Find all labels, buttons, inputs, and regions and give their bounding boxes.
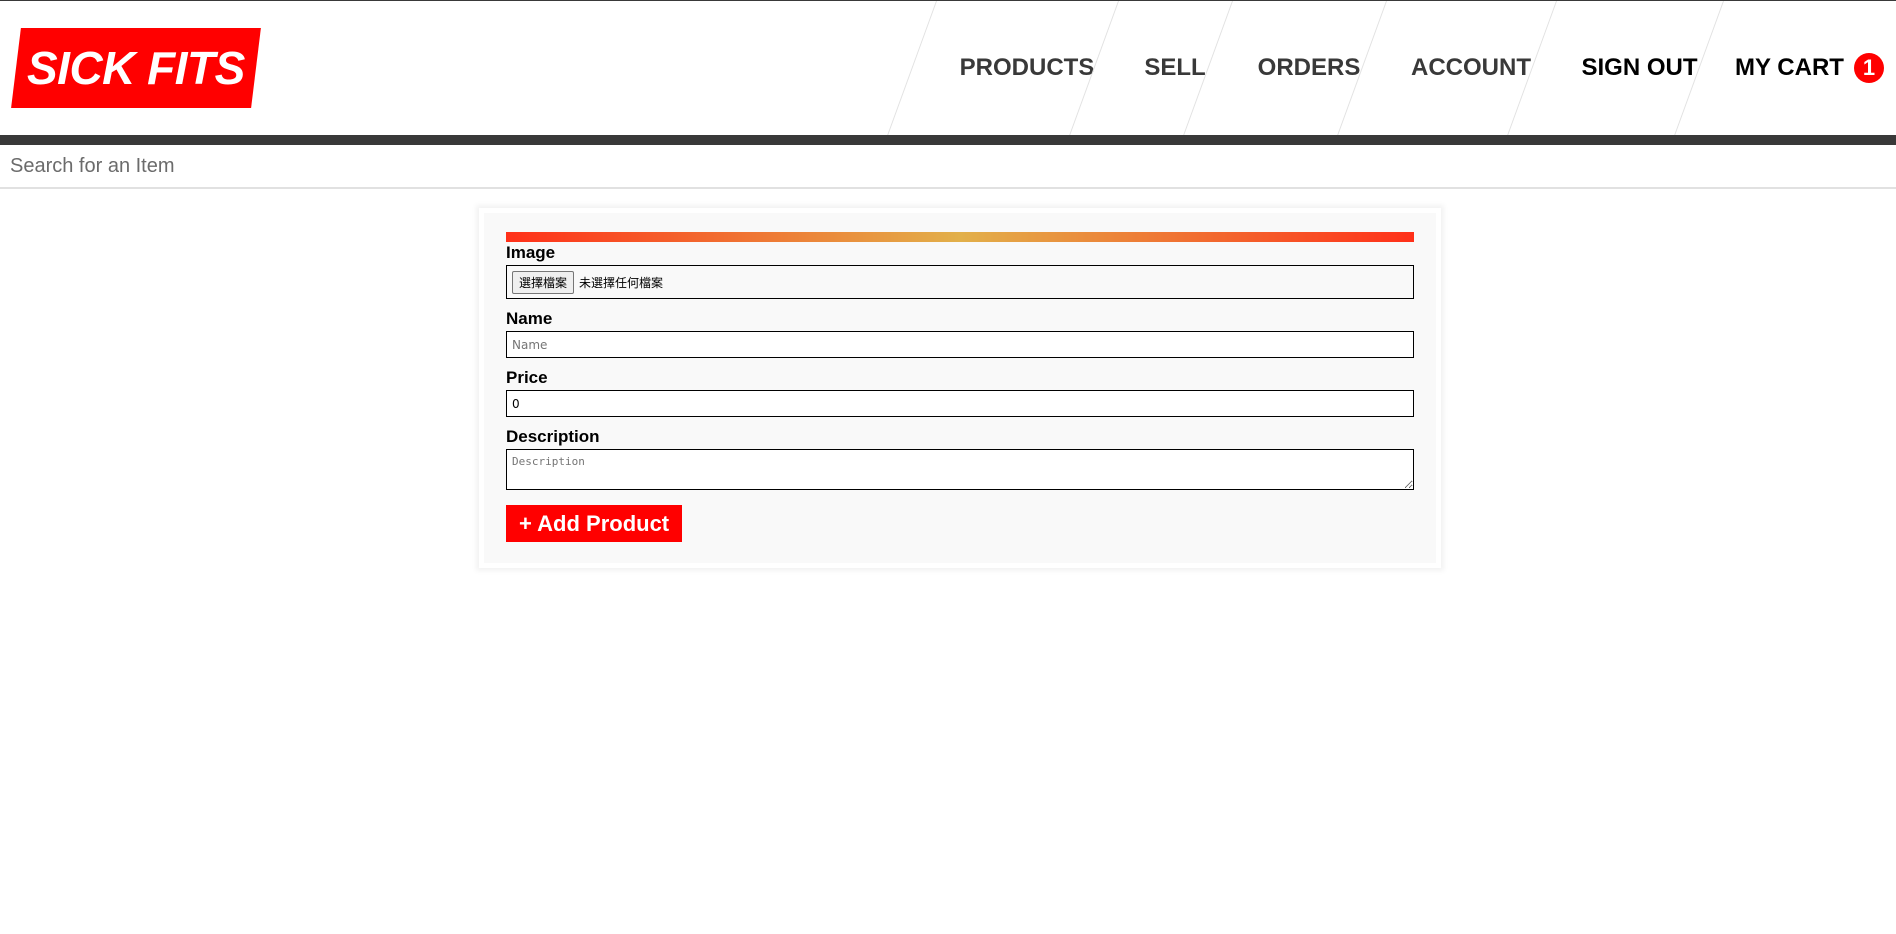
nav-orders-label: ORDERS xyxy=(1257,54,1361,81)
price-label: Price xyxy=(506,368,548,387)
loading-gradient-bar xyxy=(506,232,1414,242)
nav-products[interactable]: PRODUCTS xyxy=(936,1,1118,135)
nav-sell[interactable]: SELL xyxy=(1118,1,1232,135)
search-input[interactable] xyxy=(0,145,1896,187)
site-header: SICK FITS PRODUCTS SELL ORDERS ACCOUNT S… xyxy=(0,1,1896,135)
nav-sign-out-label: SIGN OUT xyxy=(1581,54,1698,81)
add-product-button[interactable]: + Add Product xyxy=(506,505,683,542)
nav-divider xyxy=(887,1,937,135)
nav-cart[interactable]: MY CART 1 xyxy=(1723,1,1896,135)
logo-text: SICK FITS xyxy=(27,42,245,94)
header-bar xyxy=(0,135,1896,145)
description-label: Description xyxy=(506,427,600,446)
name-label: Name xyxy=(506,309,553,328)
choose-file-button[interactable]: 選擇檔案 xyxy=(512,270,575,294)
price-input[interactable] xyxy=(506,390,1414,417)
image-label: Image xyxy=(506,243,556,262)
logo[interactable]: SICK FITS xyxy=(11,28,261,108)
description-textarea[interactable] xyxy=(506,449,1414,490)
nav-sell-label: SELL xyxy=(1144,54,1206,81)
nav-account-label: ACCOUNT xyxy=(1411,54,1531,81)
add-product-form: Image 選擇檔案 未選擇任何檔案 Name Price Descriptio… xyxy=(479,208,1441,568)
file-status-text: 未選擇任何檔案 xyxy=(579,275,664,290)
name-input[interactable] xyxy=(506,331,1414,358)
cart-count-badge: 1 xyxy=(1853,53,1884,83)
search-bar xyxy=(0,145,1896,189)
image-file-input[interactable]: 選擇檔案 未選擇任何檔案 xyxy=(506,265,1414,299)
main-nav: PRODUCTS SELL ORDERS ACCOUNT SIGN OUT MY… xyxy=(887,1,1896,135)
nav-cart-label: MY CART xyxy=(1735,54,1844,81)
nav-products-label: PRODUCTS xyxy=(959,54,1095,81)
nav-orders[interactable]: ORDERS xyxy=(1232,1,1386,135)
